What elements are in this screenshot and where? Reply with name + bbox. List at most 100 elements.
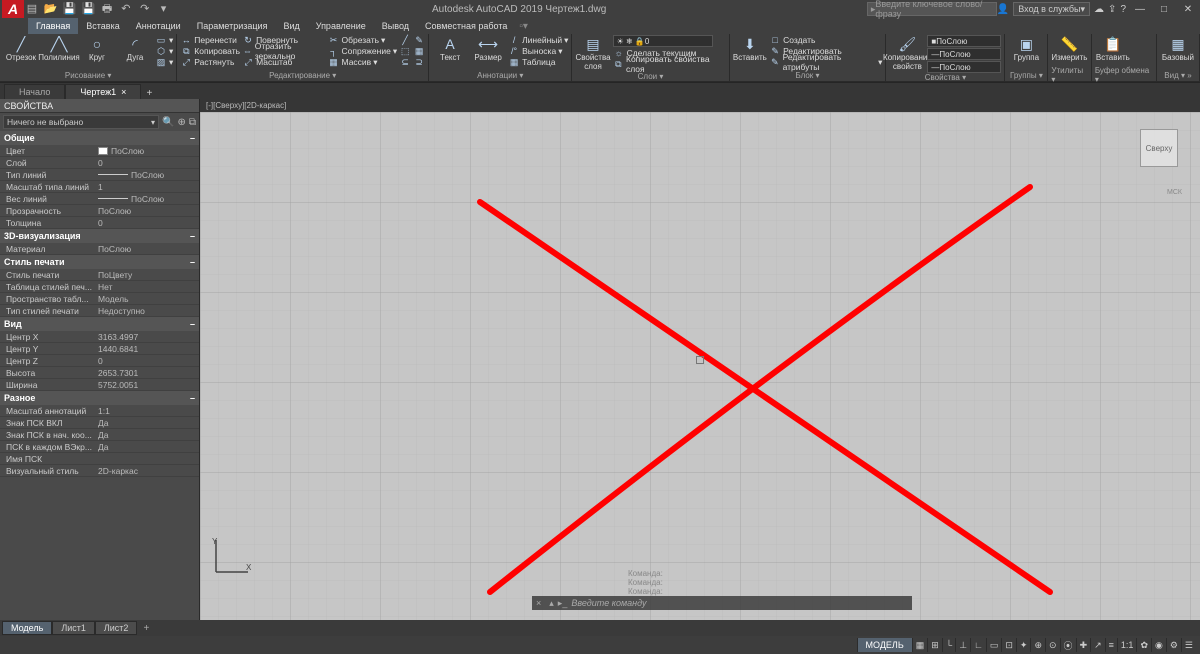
stretch-button[interactable]: ⤢Растянуть [180,57,240,67]
help-search-input[interactable]: ▸ Введите ключевое слово/фразу [867,2,997,16]
baseview-button[interactable]: ▦Базовый [1160,35,1196,62]
prop-row[interactable]: Знак ПСК ВКЛДа [0,417,199,429]
prop-row[interactable]: Тип линийПоСлою [0,169,199,181]
viewport-label[interactable]: [-][Сверху][2D-каркас] [200,101,292,110]
text-button[interactable]: AТекст [432,35,468,62]
app-logo[interactable]: A [2,0,24,18]
qat-open-icon[interactable]: 📂 [43,2,59,15]
qat-redo-icon[interactable]: ↷ [137,2,153,15]
prop-row[interactable]: Центр Z0 [0,355,199,367]
login-button[interactable]: Вход в службы ▾ [1013,2,1090,16]
prop-row[interactable]: Пространство табл...Модель [0,293,199,305]
move-button[interactable]: ↔Перенести [180,35,240,45]
tab-view[interactable]: Вид [275,18,307,34]
draw-extra-3[interactable]: ▨▾ [155,57,173,67]
prop-row[interactable]: Ширина5752.0051 [0,379,199,391]
draw-extra-1[interactable]: ▭▾ [155,35,173,45]
doctab-drawing1[interactable]: Чертеж1 × [65,84,141,99]
status-toggle-11[interactable]: ✚ [1076,638,1091,652]
tab-manage[interactable]: Управление [308,18,374,34]
lw-select[interactable]: — ПоСлою [927,48,1001,60]
status-toggle-7[interactable]: ✦ [1016,638,1031,652]
prop-row[interactable]: ЦветПоСлою [0,145,199,157]
create-block-button[interactable]: □Создать [769,35,882,45]
tab-insert[interactable]: Вставка [78,18,127,34]
circle-button[interactable]: ○Круг [79,35,115,62]
exchange-icon[interactable]: ☁ [1094,4,1104,15]
insert-block-button[interactable]: ⬇Вставить [733,35,768,62]
status-toggle-15[interactable]: ✿ [1136,638,1151,652]
tab-extras-icon[interactable]: ▫▾ [519,21,528,32]
tab-main[interactable]: Главная [28,18,78,34]
toggle-pickadd-icon[interactable]: ⧉ [189,117,196,128]
minimize-button[interactable]: — [1130,4,1150,15]
status-toggle-14[interactable]: 1:1 [1117,638,1137,652]
properties-selection-combo[interactable]: Ничего не выбрано [3,115,159,129]
scale-button[interactable]: ⤢Масштаб [242,57,325,67]
edit-extra-2[interactable]: ⬚▦ [399,46,425,56]
table-button[interactable]: ▦Таблица [508,57,568,67]
paste-button[interactable]: 📋Вставить [1095,35,1131,62]
help-icon[interactable]: ? [1120,4,1126,15]
prop-row[interactable]: Слой0 [0,157,199,169]
status-toggle-3[interactable]: ⊥ [955,638,970,652]
quickselect-icon[interactable]: 🔍 [162,117,174,128]
prop-row[interactable]: Центр Y1440.6841 [0,343,199,355]
prop-row[interactable]: Центр X3163.4997 [0,331,199,343]
mirror-button[interactable]: ⇔Отразить зеркально [242,46,325,56]
draw-extra-2[interactable]: ⬡▾ [155,46,173,56]
layout-sheet1[interactable]: Лист1 [52,621,95,635]
status-toggle-18[interactable]: ☰ [1181,638,1196,652]
lt-select[interactable]: — ПоСлою [927,61,1001,73]
fillet-button[interactable]: ┐Сопряжение ▾ [328,46,398,56]
prop-row[interactable]: Имя ПСК [0,453,199,465]
matchprops-button[interactable]: 🖌Копирование свойств [889,35,925,71]
prop-row[interactable]: Вес линийПоСлою [0,193,199,205]
doctab-start[interactable]: Начало [4,84,65,99]
leader-button[interactable]: /°Выноска ▾ [508,46,568,56]
layout-sheet2[interactable]: Лист2 [95,621,138,635]
tab-annotate[interactable]: Аннотации [128,18,189,34]
prop-row[interactable]: Стиль печатиПоЦвету [0,269,199,281]
panel-utils-label[interactable]: Утилиты ▾ [1051,69,1087,81]
qat-saveas-icon[interactable]: 💾 [80,2,96,15]
array-button[interactable]: ▦Массив ▾ [328,57,398,67]
prop-row[interactable]: МатериалПоСлою [0,243,199,255]
tab-parametric[interactable]: Параметризация [189,18,276,34]
drawing-canvas[interactable]: [-][Сверху][2D-каркас] [200,99,1200,620]
group-button[interactable]: ▣Группа [1008,35,1044,62]
prop-row[interactable]: Таблица стилей печ...Нет [0,281,199,293]
qat-dropdown-icon[interactable]: ▾ [155,2,171,15]
prop-category[interactable]: 3D-визуализация [0,229,199,243]
panel-layers-label[interactable]: Слои ▾ [575,71,725,81]
copy-button[interactable]: ⧉Копировать [180,46,240,56]
status-toggle-1[interactable]: ⊞ [927,638,942,652]
status-toggle-10[interactable]: ⦿ [1060,638,1076,652]
qat-new-icon[interactable]: ▤ [24,2,40,15]
status-toggle-6[interactable]: ⊡ [1001,638,1016,652]
cmdline-history-icon[interactable]: ▴ [545,598,558,609]
close-button[interactable]: ✕ [1178,4,1198,15]
trim-button[interactable]: ✂Обрезать ▾ [328,35,398,45]
prop-row[interactable]: ПрозрачностьПоСлою [0,205,199,217]
panel-edit-label[interactable]: Редактирование ▾ [180,69,425,81]
status-toggle-8[interactable]: ⊕ [1030,638,1045,652]
polyline-button[interactable]: ╱╲Полилиния [41,35,77,62]
pickset-icon[interactable]: ⊕ [177,117,185,128]
edit-extra-3[interactable]: ⊆⊇ [399,57,425,67]
prop-category[interactable]: Разное [0,391,199,405]
measure-button[interactable]: 📏Измерить [1051,35,1087,62]
prop-row[interactable]: Толщина0 [0,217,199,229]
arc-button[interactable]: ◜Дуга [117,35,153,62]
prop-row[interactable]: ПСК в каждом ВЭкр...Да [0,441,199,453]
prop-row[interactable]: Знак ПСК в нач. коо...Да [0,429,199,441]
panel-draw-label[interactable]: Рисование ▾ [3,69,173,81]
doctab-close-icon[interactable]: × [121,87,126,97]
layout-model[interactable]: Модель [2,621,52,635]
status-toggle-4[interactable]: ∟ [970,638,986,652]
edit-attr-button[interactable]: ✎Редактировать атрибуты ▾ [769,57,882,67]
status-toggle-5[interactable]: ▭ [986,638,1002,652]
status-toggle-9[interactable]: ⊙ [1045,638,1060,652]
status-toggle-12[interactable]: ↗ [1090,638,1105,652]
qat-save-icon[interactable]: 💾 [62,2,78,15]
